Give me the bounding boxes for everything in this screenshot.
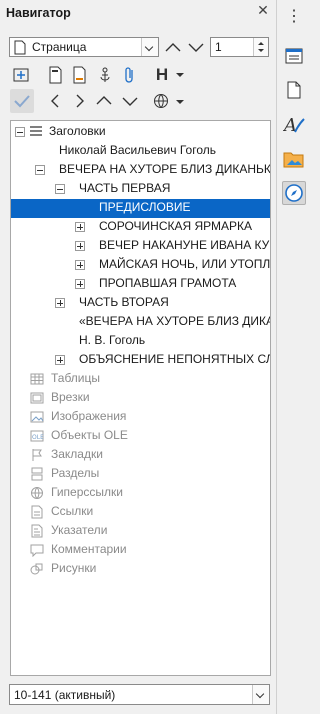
tree-item[interactable]: Николай Васильевич Гоголь: [59, 141, 216, 160]
next-down-icon[interactable]: [186, 39, 206, 55]
tree-item[interactable]: СОРОЧИНСКАЯ ЯРМАРКА: [99, 217, 252, 236]
tree-item-selected[interactable]: ПРЕДИСЛОВИЕ: [99, 198, 191, 217]
gallery-tab[interactable]: [282, 147, 306, 171]
document-selector-value: 10-141 (активный): [14, 688, 116, 702]
tree-item[interactable]: МАЙСКАЯ НОЧЬ, ИЛИ УТОПЛЕ...: [99, 255, 270, 274]
category-tables[interactable]: Таблицы: [51, 369, 100, 388]
page-number-spinbox[interactable]: 1: [210, 37, 269, 57]
tree-item[interactable]: «ВЕЧЕРА НА ХУТОРЕ БЛИЗ ДИКАН...: [79, 312, 270, 331]
navigator-panel: Навигатор ✕ Страница 1 H Заголовки Никол…: [0, 0, 275, 714]
anchor-icon[interactable]: [98, 66, 112, 84]
expand-icon[interactable]: [55, 298, 65, 308]
drawing-icon: [30, 563, 43, 575]
category-bookmarks[interactable]: Закладки: [51, 445, 103, 464]
page-icon: [287, 81, 301, 99]
toggle-button[interactable]: [10, 89, 34, 113]
category-comments[interactable]: Комментарии: [51, 540, 127, 559]
svg-text:OLE: OLE: [32, 434, 44, 441]
tree-item[interactable]: ЧАСТЬ ПЕРВАЯ: [79, 179, 170, 198]
category-ole-objects[interactable]: Объекты OLE: [51, 426, 128, 445]
expand-icon[interactable]: [55, 355, 65, 365]
sidebar-tabbar: ⋮ A: [276, 0, 310, 714]
category-images[interactable]: Изображения: [51, 407, 126, 426]
index-icon: [31, 524, 43, 538]
bookmark-icon: [32, 449, 42, 461]
chevron-left-icon[interactable]: [48, 93, 62, 109]
content-navigation-icon[interactable]: [12, 66, 32, 84]
expand-icon[interactable]: [75, 222, 85, 232]
checkmark-icon: [14, 95, 30, 108]
category-indexes[interactable]: Указатели: [51, 521, 107, 540]
navigate-by-dropdown[interactable]: Страница: [9, 37, 159, 57]
chevron-down-icon[interactable]: [175, 72, 185, 78]
properties-icon: [285, 48, 303, 64]
expand-icon[interactable]: [75, 279, 85, 289]
globe-icon[interactable]: [153, 93, 169, 109]
compass-icon: [285, 184, 303, 202]
tree-root-headings[interactable]: Заголовки: [49, 122, 106, 141]
tree-item[interactable]: ПРОПАВШАЯ ГРАМОТА: [99, 274, 236, 293]
navigator-tab[interactable]: [282, 181, 306, 205]
properties-tab[interactable]: [282, 44, 306, 68]
styles-tab[interactable]: A: [282, 113, 306, 137]
page-tab[interactable]: [282, 78, 306, 102]
footer-icon[interactable]: [72, 66, 88, 84]
reference-icon: [31, 505, 43, 519]
close-icon[interactable]: ✕: [256, 3, 270, 17]
collapse-icon[interactable]: [35, 165, 45, 175]
tree-item[interactable]: ОБЪЯСНЕНИЕ НЕПОНЯТНЫХ СЛОВ...: [79, 350, 270, 369]
tree-item[interactable]: ЧАСТЬ ВТОРАЯ: [79, 293, 169, 312]
category-hyperlinks[interactable]: Гиперссылки: [51, 483, 123, 502]
tree-item[interactable]: Н. В. Гоголь: [79, 331, 145, 350]
frame-icon: [30, 392, 44, 404]
category-references[interactable]: Ссылки: [51, 502, 93, 521]
tree-item[interactable]: ВЕЧЕРА НА ХУТОРЕ БЛИЗ ДИКАНЬКИ: [59, 160, 270, 179]
category-frames[interactable]: Врезки: [51, 388, 90, 407]
ole-object-icon: OLE: [30, 430, 44, 442]
expand-icon[interactable]: [75, 241, 85, 251]
chevron-down-icon[interactable]: [141, 38, 158, 56]
collapse-icon[interactable]: [15, 127, 25, 137]
promote-up-icon[interactable]: [95, 93, 113, 109]
chevron-down-icon[interactable]: [175, 99, 185, 105]
more-options-icon[interactable]: ⋮: [282, 4, 306, 28]
svg-text:A: A: [283, 115, 297, 136]
navigate-by-value: Страница: [32, 40, 87, 54]
hyperlink-globe-icon: [31, 487, 43, 499]
expand-icon[interactable]: [75, 260, 85, 270]
gallery-icon: [283, 152, 304, 168]
document-selector[interactable]: 10-141 (активный): [9, 684, 270, 705]
collapse-icon[interactable]: [55, 184, 65, 194]
headings-icon: [30, 126, 42, 136]
category-drawings[interactable]: Рисунки: [51, 559, 96, 578]
page-icon: [14, 40, 26, 55]
section-icon: [31, 467, 43, 481]
panel-title: Навигатор: [6, 6, 71, 20]
category-sections[interactable]: Разделы: [51, 464, 99, 483]
heading-levels-icon[interactable]: H: [152, 65, 172, 85]
styles-icon: A: [283, 115, 305, 136]
page-number-value: 1: [215, 40, 222, 54]
image-icon: [30, 411, 44, 423]
spin-buttons[interactable]: [253, 38, 268, 56]
previous-up-icon[interactable]: [163, 39, 183, 55]
chevron-down-icon[interactable]: [252, 685, 269, 704]
attachment-icon[interactable]: [123, 66, 137, 84]
demote-down-icon[interactable]: [121, 93, 139, 109]
header-icon[interactable]: [48, 66, 64, 84]
chevron-right-icon[interactable]: [73, 93, 87, 109]
table-icon: [30, 373, 44, 385]
spin-arrows-icon[interactable]: [254, 38, 268, 56]
navigator-tree[interactable]: Заголовки Николай Васильевич Гоголь ВЕЧЕ…: [10, 120, 271, 676]
comment-icon: [30, 544, 44, 557]
tree-item[interactable]: ВЕЧЕР НАКАНУНЕ ИВАНА КУП...: [99, 236, 270, 255]
